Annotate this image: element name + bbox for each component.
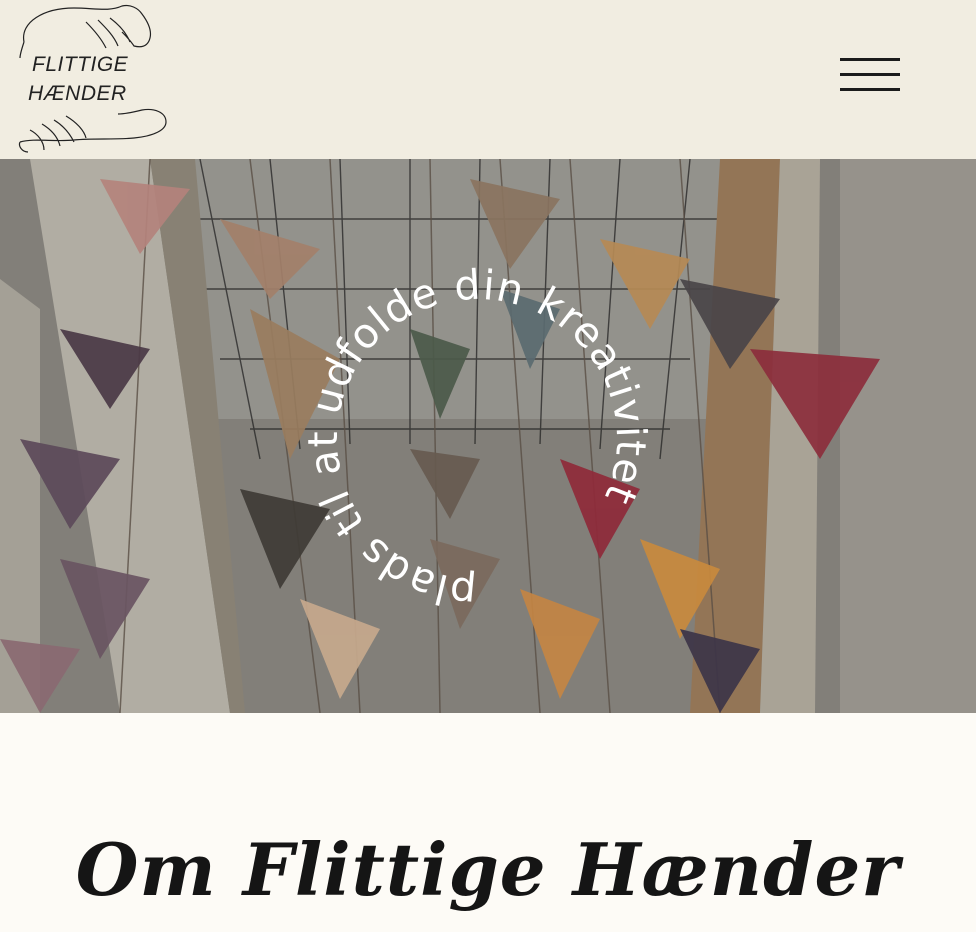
hands-logo-icon xyxy=(18,4,167,153)
site-header: FLITTIGE HÆNDER xyxy=(0,0,976,159)
logo-text-line-2: HÆNDER xyxy=(28,82,127,105)
logo-text-line-1: FLITTIGE xyxy=(32,53,129,76)
site-logo[interactable]: FLITTIGE HÆNDER xyxy=(14,2,170,154)
menu-bar-top xyxy=(840,58,900,61)
menu-bar-middle xyxy=(840,73,900,76)
menu-bar-bottom xyxy=(840,88,900,91)
hamburger-menu-icon[interactable] xyxy=(840,58,900,92)
knitted-garlands-illustration: plads til at udfolde din kreativitet xyxy=(0,159,976,713)
hero-image: plads til at udfolde din kreativitet xyxy=(0,159,976,713)
about-title: Om Flittige Hænder xyxy=(75,827,901,913)
about-section: Om Flittige Hænder xyxy=(0,713,976,932)
